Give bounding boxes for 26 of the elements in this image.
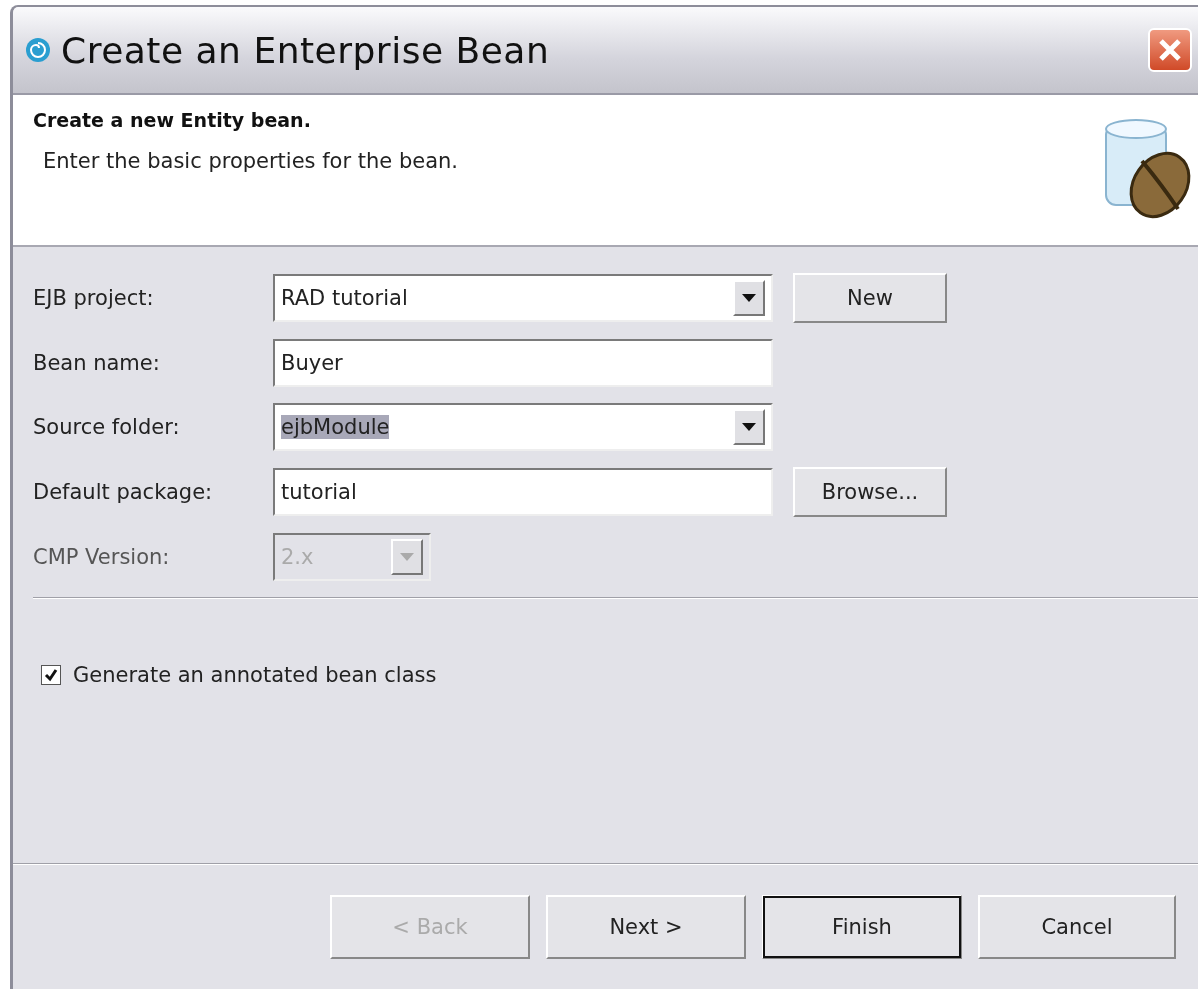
field-label: Bean name: (33, 351, 161, 375)
dropdown-field[interactable]: ejbModule (273, 403, 773, 451)
checkbox[interactable] (41, 665, 61, 685)
field-label: CMP Version: (33, 545, 171, 569)
dialog-button[interactable]: Next > (546, 895, 746, 959)
dropdown-field[interactable]: RAD tutorial (273, 274, 773, 322)
close-icon (1157, 37, 1183, 63)
checkmark-icon (44, 668, 58, 682)
window-title: Create an Enterprise Bean (61, 29, 551, 71)
dialog-button[interactable]: Finish (762, 895, 962, 959)
checkbox-label: Generate an annotated bean class (73, 663, 437, 687)
dropdown-arrow-icon (742, 423, 756, 431)
swirl-icon (25, 37, 51, 63)
header-title: Create a new Entity bean. (33, 109, 312, 131)
side-button[interactable]: Browse... (793, 467, 947, 517)
dialog-button[interactable]: Cancel (978, 895, 1176, 959)
text-field[interactable]: tutorial (273, 468, 773, 516)
field-label: Source folder: (33, 415, 181, 439)
dropdown-arrow-icon (742, 294, 756, 302)
close-button[interactable] (1148, 28, 1192, 72)
field-label: EJB project: (33, 286, 155, 310)
side-button[interactable]: New (793, 273, 947, 323)
field-label: Default package: (33, 480, 214, 504)
dropdown-arrow-icon (400, 553, 414, 561)
text-field[interactable]: Buyer (273, 339, 773, 387)
header-description: Enter the basic properties for the bean. (42, 149, 459, 173)
